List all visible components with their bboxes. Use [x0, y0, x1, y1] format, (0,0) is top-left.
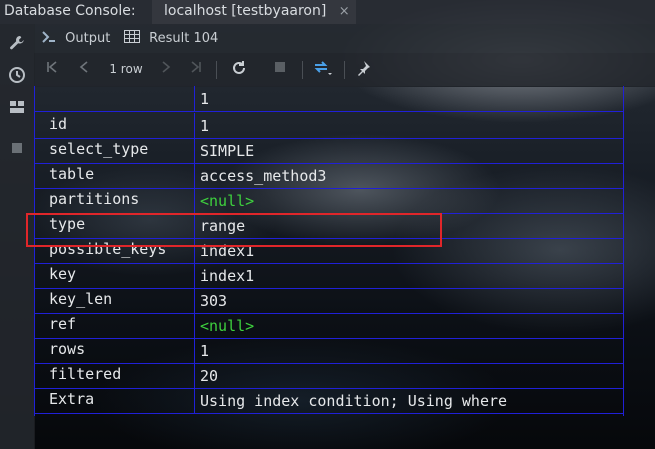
- next-page-icon[interactable]: [158, 53, 174, 86]
- tab-output-label: Output: [65, 31, 111, 46]
- row-key: Extra: [49, 390, 95, 408]
- row-key: partitions: [49, 190, 140, 208]
- table-row: table access_method3: [34, 163, 624, 189]
- toolbar-separator: [344, 61, 345, 79]
- wrench-icon[interactable]: [7, 34, 27, 54]
- row-key: table: [49, 165, 95, 183]
- close-icon[interactable]: ×: [339, 4, 350, 19]
- row-key: select_type: [49, 140, 149, 158]
- table-row: Extra Using index condition; Using where: [34, 388, 624, 414]
- toolbar-separator: [216, 61, 217, 79]
- tab-result-label: Result 104: [149, 31, 219, 46]
- row-key: ref: [49, 315, 77, 333]
- row-value[interactable]: SIMPLE: [200, 142, 254, 160]
- row-value[interactable]: 303: [200, 292, 227, 310]
- row-key: key: [49, 265, 77, 283]
- result-toolbar: 1 row: [34, 53, 655, 87]
- header-value-cell[interactable]: 1: [200, 90, 209, 108]
- result-tabs: Output Result 104: [34, 24, 655, 53]
- console-tab[interactable]: localhost [testbyaaron] ×: [152, 0, 356, 24]
- row-key: key_len: [49, 290, 113, 308]
- row-value[interactable]: 1: [200, 342, 209, 360]
- layout-icon[interactable]: [7, 98, 27, 118]
- table-row: filtered 20: [34, 363, 624, 389]
- row-key: id: [49, 115, 68, 133]
- row-value[interactable]: 1: [200, 117, 209, 135]
- refresh-icon[interactable]: [230, 53, 248, 86]
- table-header-row: 1: [34, 86, 624, 112]
- row-value[interactable]: Using index condition; Using where: [200, 392, 507, 410]
- tab-result[interactable]: Result 104: [124, 24, 218, 53]
- table-row: rows 1: [34, 338, 624, 364]
- table-row: select_type SIMPLE: [34, 138, 624, 164]
- row-value[interactable]: 20: [200, 367, 218, 385]
- table-row: partitions <null>: [34, 188, 624, 214]
- table-row: key_len 303: [34, 288, 624, 314]
- row-value[interactable]: index1: [200, 267, 254, 285]
- clock-icon[interactable]: [7, 66, 27, 86]
- output-icon: [42, 31, 60, 46]
- table-row: key index1: [34, 263, 624, 289]
- first-page-icon[interactable]: [44, 53, 60, 86]
- table-row: id 1: [34, 113, 624, 139]
- title-bar: Database Console: localhost [testbyaaron…: [0, 0, 655, 24]
- console-tab-label: localhost [testbyaaron]: [164, 3, 327, 19]
- type-row-highlight: [26, 213, 442, 247]
- last-page-icon[interactable]: [188, 53, 204, 86]
- app-title: Database Console:: [4, 3, 136, 19]
- row-key: rows: [49, 340, 86, 358]
- table-row: ref <null>: [34, 313, 624, 339]
- stop-square-icon[interactable]: [7, 140, 27, 160]
- transpose-icon[interactable]: [312, 53, 334, 86]
- row-value[interactable]: access_method3: [200, 167, 326, 185]
- toolbar-separator: [302, 61, 303, 79]
- row-value-null[interactable]: <null>: [200, 192, 254, 210]
- pin-icon[interactable]: [354, 53, 372, 86]
- tab-output[interactable]: Output: [42, 24, 110, 53]
- row-value-null[interactable]: <null>: [200, 317, 254, 335]
- row-key: filtered: [49, 365, 122, 383]
- prev-page-icon[interactable]: [76, 53, 92, 86]
- row-count: 1 row: [109, 62, 143, 76]
- stop-icon[interactable]: [272, 53, 288, 86]
- header-key-cell: [34, 86, 195, 111]
- table-icon: [124, 30, 144, 46]
